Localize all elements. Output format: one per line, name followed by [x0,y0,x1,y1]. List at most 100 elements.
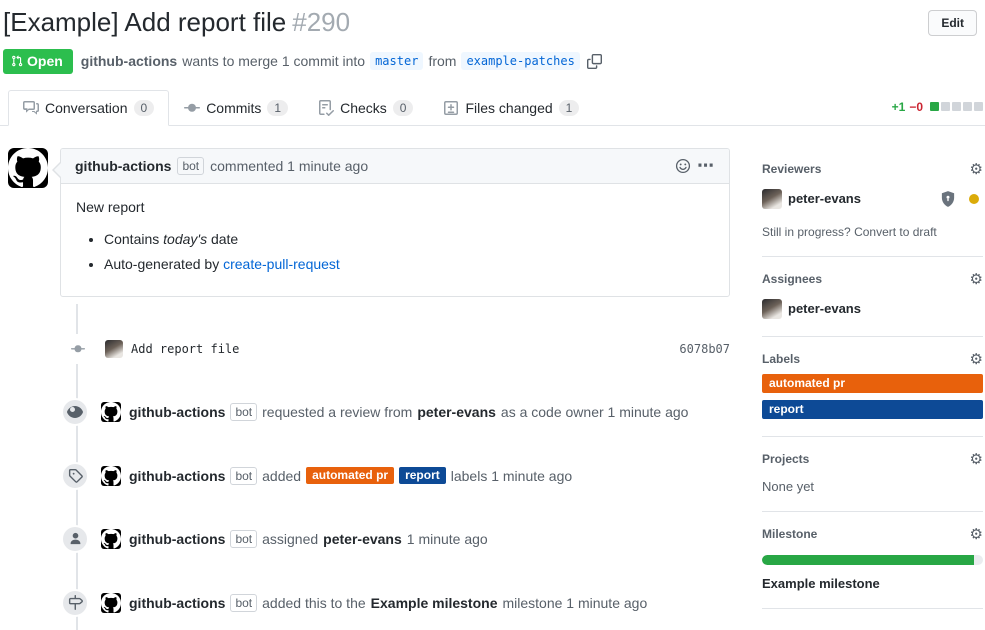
pr-number: #290 [292,7,350,37]
tab-commits[interactable]: Commits 1 [169,90,303,126]
merge-info: github-actions wants to merge 1 commit i… [81,52,602,70]
github-actions-avatar[interactable] [8,148,48,188]
milestone-name[interactable]: Example milestone [762,576,983,591]
tab-count: 1 [559,100,580,116]
event-actor[interactable]: github-actions [129,531,225,547]
event-actor[interactable]: github-actions [129,468,225,484]
convert-to-draft-link[interactable]: Convert to draft [854,225,937,239]
event-labels-added: github-actions bot added automated pr re… [0,462,732,490]
gear-icon[interactable]: ⚙ [970,272,983,287]
event-text: as a code owner 1 minute ago [501,404,689,420]
diff-block-neutral [952,102,961,111]
additions-count: +1 [892,100,906,114]
comment-meta[interactable]: commented 1 minute ago [210,158,368,174]
pr-title-text: [Example] Add report file [3,7,286,37]
commit-message[interactable]: Add report file [131,342,239,356]
merge-author[interactable]: github-actions [81,53,177,69]
merge-action-text: wants to merge 1 commit into [182,53,365,69]
event-text: milestone 1 minute ago [502,595,647,611]
reviewer-name[interactable]: peter-evans [788,191,861,206]
assignee-name[interactable]: peter-evans [788,301,861,316]
emoji-reaction-button[interactable] [675,158,691,174]
bullet-text: Contains [104,231,163,247]
kebab-menu-button[interactable]: ⋯ [697,161,715,171]
assignee-avatar[interactable] [762,299,782,319]
gear-icon[interactable]: ⚙ [970,162,983,177]
convert-to-draft-note: Still in progress? Convert to draft [762,225,983,239]
commit-sha[interactable]: 6078b07 [679,342,730,356]
comment-discussion-icon [23,100,39,116]
event-actor[interactable]: github-actions [129,404,225,420]
event-subject[interactable]: peter-evans [323,531,402,547]
event-milestoned: github-actions bot added this to the Exa… [0,589,732,617]
reviewer-avatar[interactable] [762,189,782,209]
event-text: added [262,468,301,484]
comment-card: github-actions bot commented 1 minute ag… [60,148,730,297]
committer-avatar[interactable] [105,340,123,358]
projects-title: Projects [762,452,809,466]
tab-label: Checks [340,100,387,116]
gear-icon[interactable]: ⚙ [970,452,983,467]
base-branch-chip[interactable]: master [370,52,423,70]
comment-body: New report Contains today's date Auto-ge… [61,184,729,296]
label-chip-automated-pr[interactable]: automated pr [306,467,394,484]
tab-files-changed[interactable]: Files changed 1 [428,90,594,126]
event-actor[interactable]: github-actions [129,595,225,611]
merge-from-text: from [428,53,456,69]
event-subject[interactable]: peter-evans [417,404,496,420]
labels-title: Labels [762,352,800,366]
comment-header: github-actions bot commented 1 minute ag… [61,149,729,184]
git-commit-icon [184,100,200,116]
edit-button[interactable]: Edit [928,10,977,36]
event-assigned: github-actions bot assigned peter-evans … [0,525,732,553]
sidebar-section-projects: Projects ⚙ None yet [762,452,983,512]
pr-header: [Example] Add report file#290 Edit Open … [0,0,985,74]
milestone-title: Milestone [762,527,817,541]
label-chip-automated-pr[interactable]: automated pr [762,374,983,393]
diff-block-neutral [963,102,972,111]
tag-icon [61,462,89,490]
comment-list: Contains today's date Auto-generated by … [76,231,714,272]
diffstat: +1 −0 [892,100,983,114]
timeline: github-actions bot commented 1 minute ag… [0,148,747,630]
head-branch-chip[interactable]: example-patches [461,52,579,70]
event-subject[interactable]: Example milestone [371,595,498,611]
diff-block-neutral [941,102,950,111]
checklist-icon [318,100,334,116]
eye-icon [61,398,89,426]
label-chip-report[interactable]: report [399,467,446,484]
bot-badge: bot [230,530,257,548]
projects-empty-text: None yet [762,479,983,494]
github-actions-avatar[interactable] [101,529,121,549]
person-icon [61,525,89,553]
bot-badge: bot [230,594,257,612]
label-chip-report[interactable]: report [762,400,983,419]
sidebar-section-reviewers: Reviewers ⚙ peter-evans Still in progres… [762,162,983,257]
tab-label: Files changed [465,100,552,116]
event-text: assigned [262,531,318,547]
page-title: [Example] Add report file#290 [3,6,928,39]
github-actions-avatar[interactable] [101,466,121,486]
git-commit-icon [66,334,90,364]
sidebar-section-assignees: Assignees ⚙ peter-evans [762,272,983,337]
tab-bar: Conversation 0 Commits 1 Checks 0 Files … [0,90,985,126]
tab-label: Commits [206,100,261,116]
comment-author[interactable]: github-actions [75,158,171,174]
create-pull-request-link[interactable]: create-pull-request [223,256,340,272]
event-text: requested a review from [262,404,412,420]
tab-count: 1 [267,100,288,116]
gear-icon[interactable]: ⚙ [970,527,983,542]
github-actions-avatar[interactable] [101,402,121,422]
milestone-progress-track [762,555,983,565]
bot-badge: bot [177,157,204,175]
reviewers-title: Reviewers [762,162,821,176]
tab-checks[interactable]: Checks 0 [303,90,428,126]
event-text: labels 1 minute ago [451,468,572,484]
github-actions-avatar[interactable] [101,593,121,613]
sidebar: Reviewers ⚙ peter-evans Still in progres… [747,148,985,630]
copy-branch-icon[interactable] [587,54,602,69]
diffstat-blocks [930,102,983,111]
smiley-icon [675,158,691,174]
tab-conversation[interactable]: Conversation 0 [8,90,169,126]
gear-icon[interactable]: ⚙ [970,352,983,367]
